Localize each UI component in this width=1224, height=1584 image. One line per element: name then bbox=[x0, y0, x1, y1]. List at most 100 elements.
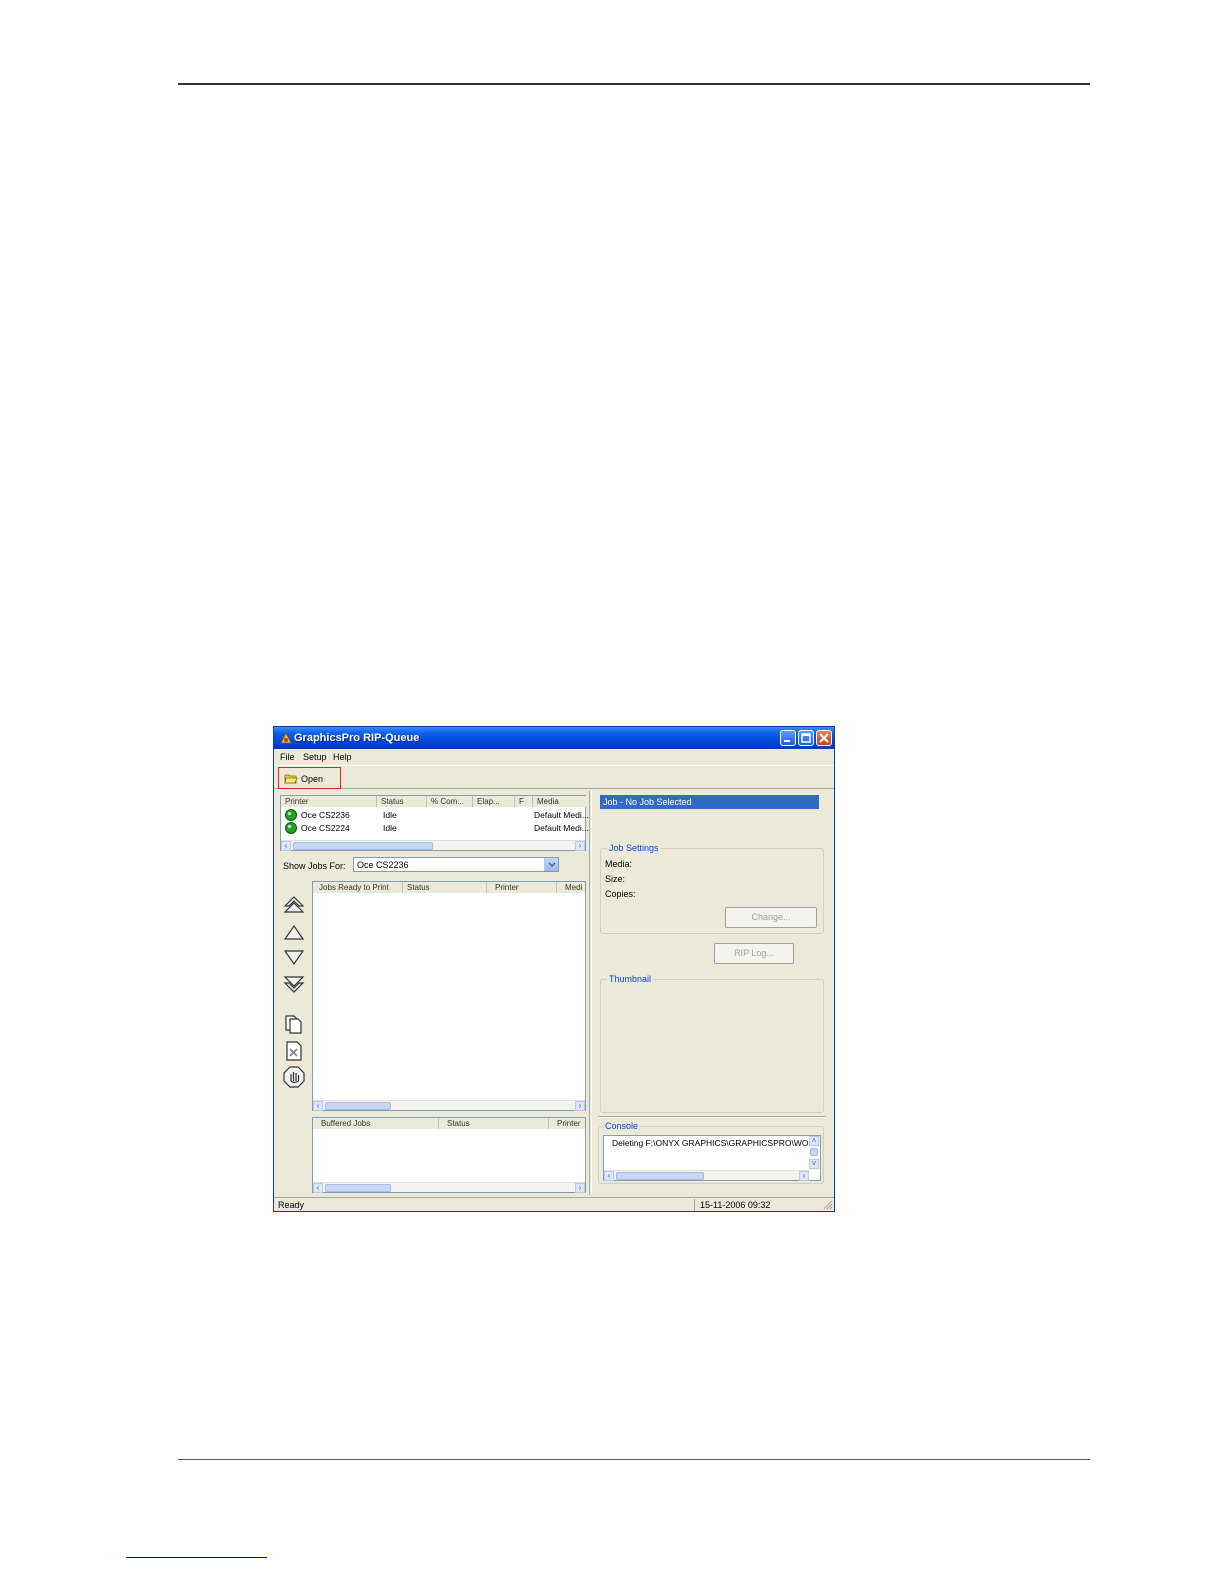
table-row[interactable]: Oce CS2224 Idle Default Medi... bbox=[281, 822, 589, 835]
printer-media: Default Medi... bbox=[534, 810, 589, 820]
job-settings-title: Job Settings bbox=[607, 843, 661, 853]
page-link-underline bbox=[126, 1557, 267, 1558]
col-buffered-printer[interactable]: Printer bbox=[549, 1118, 585, 1129]
console-output[interactable]: Deleting F:\ONYX GRAPHICS\GRAPHICSPRO\WO… bbox=[603, 1135, 821, 1181]
thumbnail-group: Thumbnail bbox=[600, 974, 824, 1113]
status-green-icon bbox=[285, 822, 297, 834]
minimize-button[interactable] bbox=[780, 730, 796, 746]
scroll-thumb[interactable] bbox=[293, 842, 433, 850]
scroll-thumb[interactable] bbox=[810, 1148, 818, 1156]
console-hscroll[interactable]: ‹ › bbox=[604, 1170, 809, 1181]
close-button[interactable] bbox=[816, 730, 832, 746]
copy-job-icon[interactable] bbox=[283, 1013, 305, 1035]
rip-log-button[interactable]: RIP Log... bbox=[714, 943, 794, 964]
media-label: Media: bbox=[605, 859, 633, 869]
col-f[interactable]: F bbox=[515, 796, 533, 807]
app-logo-icon bbox=[280, 732, 292, 744]
thumbnail-title: Thumbnail bbox=[607, 974, 654, 984]
printer-status: Idle bbox=[383, 823, 397, 833]
scroll-thumb[interactable] bbox=[616, 1172, 704, 1180]
jobs-ready-list[interactable]: Jobs Ready to Print Status Printer Medi … bbox=[312, 881, 586, 1111]
buffered-jobs-scrollbar[interactable]: ‹ › bbox=[313, 1182, 585, 1193]
col-elapsed[interactable]: Elap... bbox=[473, 796, 515, 807]
table-row[interactable]: Oce CS2236 Idle Default Medi... bbox=[281, 809, 589, 822]
minimize-icon bbox=[784, 740, 790, 742]
col-buffered-jobs[interactable]: Buffered Jobs bbox=[313, 1118, 439, 1129]
printer-media: Default Medi... bbox=[534, 823, 589, 833]
col-job-status[interactable]: Status bbox=[403, 882, 487, 893]
panel-splitter[interactable] bbox=[589, 791, 592, 1195]
buffered-jobs-list[interactable]: Buffered Jobs Status Printer ‹ › bbox=[312, 1117, 586, 1193]
col-printer[interactable]: Printer bbox=[281, 796, 377, 807]
console-text: Deleting F:\ONYX GRAPHICS\GRAPHICSPRO\WO… bbox=[612, 1138, 821, 1148]
printer-status: Idle bbox=[383, 810, 397, 820]
page-bottom-rule bbox=[178, 1459, 1090, 1460]
move-up-icon[interactable] bbox=[283, 923, 305, 943]
console-vscroll[interactable]: ˄ ˅ bbox=[809, 1136, 820, 1170]
open-button-label: Open bbox=[301, 774, 324, 784]
move-bottom-icon[interactable] bbox=[283, 973, 305, 995]
title-bar[interactable]: GraphicsPro RIP-Queue bbox=[274, 727, 834, 749]
col-media[interactable]: Media bbox=[533, 796, 587, 807]
printer-name: Oce CS2236 bbox=[301, 810, 350, 820]
move-down-icon[interactable] bbox=[283, 948, 305, 968]
col-job-media[interactable]: Medi bbox=[557, 882, 585, 893]
col-status[interactable]: Status bbox=[377, 796, 427, 807]
scroll-right-icon[interactable]: › bbox=[575, 1101, 585, 1111]
page-top-rule bbox=[178, 83, 1090, 85]
scroll-left-icon[interactable]: ‹ bbox=[281, 841, 291, 851]
scroll-left-icon[interactable]: ‹ bbox=[604, 1171, 614, 1181]
show-jobs-dropdown[interactable]: Oce CS2236 bbox=[353, 857, 559, 872]
status-datetime: 15-11-2006 09:32 bbox=[700, 1200, 771, 1210]
open-button[interactable]: Open bbox=[278, 767, 341, 789]
resize-grip-icon[interactable] bbox=[823, 1200, 833, 1210]
scroll-down-icon[interactable]: ˅ bbox=[809, 1159, 819, 1169]
col-complete[interactable]: % Com... bbox=[427, 796, 473, 807]
scroll-thumb[interactable] bbox=[325, 1102, 391, 1110]
maximize-button[interactable] bbox=[798, 730, 814, 746]
col-job-printer[interactable]: Printer bbox=[487, 882, 557, 893]
folder-open-icon bbox=[284, 774, 298, 784]
menu-setup[interactable]: Setup bbox=[303, 752, 327, 762]
console-title: Console bbox=[603, 1121, 641, 1131]
change-button[interactable]: Change... bbox=[725, 907, 817, 928]
status-text: Ready bbox=[278, 1200, 305, 1210]
size-label: Size: bbox=[605, 874, 626, 884]
job-header: Job - No Job Selected bbox=[600, 795, 819, 809]
maximize-icon bbox=[801, 733, 811, 743]
show-jobs-value: Oce CS2236 bbox=[357, 860, 409, 870]
job-settings-group: Job Settings Media: Size: Copies: Change… bbox=[600, 843, 824, 934]
show-jobs-label: Show Jobs For: bbox=[283, 861, 346, 871]
scroll-right-icon[interactable]: › bbox=[799, 1171, 809, 1181]
printer-list: Printer Status % Com... Elap... F Media … bbox=[280, 795, 589, 851]
col-jobs-ready[interactable]: Jobs Ready to Print bbox=[313, 882, 403, 893]
status-bar: Ready 15-11-2006 09:32 bbox=[274, 1197, 834, 1211]
chevron-down-icon bbox=[548, 862, 556, 868]
jobs-ready-scrollbar[interactable]: ‹ › bbox=[313, 1100, 585, 1111]
hold-job-icon[interactable] bbox=[283, 1066, 305, 1088]
status-green-icon bbox=[285, 809, 297, 821]
app-window: GraphicsPro RIP-Queue File Setup Help Op… bbox=[273, 726, 835, 1212]
scroll-left-icon[interactable]: ‹ bbox=[313, 1183, 323, 1193]
col-buffered-status[interactable]: Status bbox=[439, 1118, 549, 1129]
dropdown-arrow-button[interactable] bbox=[544, 858, 558, 871]
console-splitter[interactable] bbox=[598, 1116, 826, 1118]
move-top-icon[interactable] bbox=[283, 895, 305, 917]
scroll-right-icon[interactable]: › bbox=[575, 841, 585, 851]
console-group: Console Deleting F:\ONYX GRAPHICS\GRAPHI… bbox=[598, 1121, 824, 1184]
scroll-left-icon[interactable]: ‹ bbox=[313, 1101, 323, 1111]
scroll-thumb[interactable] bbox=[325, 1184, 391, 1192]
scroll-right-icon[interactable]: › bbox=[575, 1183, 585, 1193]
scroll-up-icon[interactable]: ˄ bbox=[809, 1136, 819, 1146]
status-separator bbox=[694, 1199, 695, 1211]
job-header-text: Job - No Job Selected bbox=[603, 797, 692, 807]
copies-label: Copies: bbox=[605, 889, 636, 899]
menu-help[interactable]: Help bbox=[333, 752, 352, 762]
menu-bar: File Setup Help bbox=[274, 750, 834, 764]
window-title: GraphicsPro RIP-Queue bbox=[294, 732, 420, 744]
close-icon bbox=[819, 733, 829, 743]
delete-job-icon[interactable] bbox=[283, 1040, 305, 1062]
printer-list-scrollbar[interactable]: ‹ › bbox=[281, 840, 585, 851]
menu-file[interactable]: File bbox=[280, 752, 295, 762]
toolbar: Open bbox=[274, 765, 834, 789]
